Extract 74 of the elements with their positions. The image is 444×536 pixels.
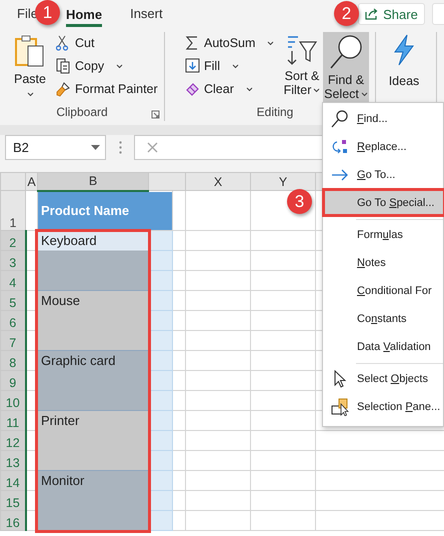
scissors-icon	[56, 35, 71, 51]
fill-down-icon	[185, 58, 200, 74]
ribbon-button[interactable]: Fill	[183, 56, 279, 76]
table-cell[interactable]: Monitor	[38, 470, 148, 530]
menu-item[interactable]: Selection Pane...	[323, 393, 443, 421]
ribbon-button[interactable]: Cut	[54, 33, 160, 53]
menu-item[interactable]: Formulas	[323, 221, 443, 249]
eraser-icon	[185, 81, 200, 97]
column-header[interactable]	[148, 172, 186, 190]
search-icon	[331, 110, 349, 128]
group-label: Editing	[256, 105, 294, 121]
group-label: Clipboard	[56, 105, 108, 121]
row-header[interactable]: 2	[0, 230, 26, 250]
sort-filter-icon	[286, 34, 318, 66]
caret-icon	[313, 88, 320, 92]
step-badge: 3	[287, 189, 312, 214]
menu-item[interactable]: Select Objects	[323, 365, 443, 393]
row-header[interactable]: 9	[0, 370, 26, 390]
ribbon-button[interactable]: AutoSum	[183, 33, 279, 53]
paste-button[interactable]: Paste	[6, 32, 54, 105]
brush-icon	[56, 81, 71, 97]
ribbon-tab[interactable]: Insert	[130, 0, 163, 28]
name-box[interactable]: B2	[5, 135, 106, 160]
ribbon-button[interactable]: Find & Select	[323, 32, 369, 102]
row-header[interactable]: 3	[0, 250, 26, 270]
row-header[interactable]: 13	[0, 450, 26, 470]
sigma-icon	[185, 35, 200, 51]
lightning-icon	[391, 34, 417, 66]
table-cell[interactable]: Graphic card	[38, 350, 148, 410]
selection-pane-icon	[331, 398, 349, 416]
ribbon-button[interactable]: Copy	[54, 56, 160, 76]
row-header[interactable]: 5	[0, 290, 26, 310]
copy-icon	[56, 58, 71, 74]
row-header[interactable]: 15	[0, 490, 26, 510]
menu-item[interactable]: Conditional For	[323, 277, 443, 305]
replace-icon	[331, 138, 349, 156]
table-cell[interactable]: Printer	[38, 410, 148, 470]
menu-item[interactable]: Data Validation	[323, 333, 443, 361]
column-header[interactable]: Y	[250, 172, 316, 190]
column-header[interactable]: A	[26, 172, 38, 190]
row-header[interactable]: 8	[0, 350, 26, 370]
table-cell: Product Name	[38, 190, 172, 230]
search-icon	[328, 34, 364, 70]
share-icon	[365, 8, 378, 20]
caret-icon	[360, 92, 368, 96]
menu-item[interactable]: Constants	[323, 305, 443, 333]
column-header[interactable]: X	[186, 172, 250, 190]
row-header[interactable]: 10	[0, 390, 26, 410]
caret-icon	[26, 92, 34, 97]
menu-item[interactable]: Replace...	[323, 133, 443, 161]
row-header[interactable]: 16	[0, 510, 26, 530]
table-cell[interactable]: Mouse	[38, 290, 148, 350]
menu-item[interactable]: Find...	[323, 105, 443, 133]
row-header[interactable]: 11	[0, 410, 26, 430]
menu-item[interactable]: Notes	[323, 249, 443, 277]
row-header[interactable]: 1	[0, 190, 26, 230]
menu-item[interactable]: Go To...	[323, 161, 443, 189]
row-header[interactable]: 4	[0, 270, 26, 290]
ribbon-button[interactable]: Sort & Filter	[281, 32, 323, 105]
ribbon-button[interactable]: Format Painter	[54, 79, 160, 99]
close-icon	[147, 142, 158, 153]
clipboard-icon	[14, 34, 46, 68]
row-header[interactable]: 7	[0, 330, 26, 350]
row-header[interactable]: 12	[0, 430, 26, 450]
row-header[interactable]: 14	[0, 470, 26, 490]
dropdown-icon	[91, 145, 100, 150]
grip-icon	[119, 141, 122, 154]
share-button[interactable]: Share	[358, 3, 425, 25]
table-cell[interactable]: Keyboard	[38, 230, 148, 290]
ribbon-button[interactable]: Clear	[183, 79, 279, 99]
column-header[interactable]: B	[38, 172, 148, 190]
dialog-launcher-icon[interactable]	[151, 110, 160, 119]
row-header[interactable]: 6	[0, 310, 26, 330]
select-all-corner[interactable]	[0, 172, 26, 190]
